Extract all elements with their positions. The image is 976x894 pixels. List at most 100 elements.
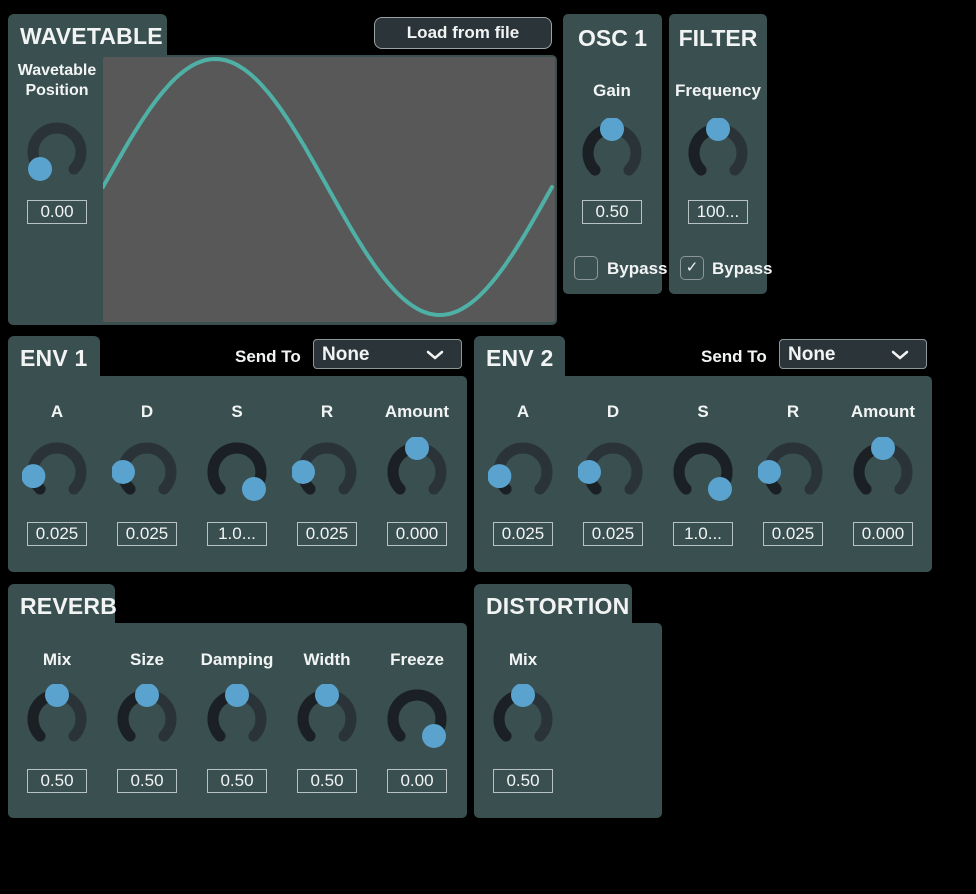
reverb-freeze-label: Freeze (390, 650, 444, 669)
env1-a-label: A (50, 402, 64, 421)
env2-d-value[interactable]: 0.025 (583, 522, 643, 546)
env1-d-knob[interactable] (111, 437, 182, 507)
env1-send-to-dropdown[interactable]: None (313, 339, 462, 369)
env2-send-to-label: Send To (701, 347, 767, 366)
env1-amount-knob[interactable] (382, 436, 452, 507)
reverb-mix-label: Mix (42, 650, 72, 669)
frequency-label: Frequency (675, 81, 761, 100)
reverb-tab: REVERB (8, 584, 117, 626)
waveform-svg (101, 56, 554, 318)
knob-thumb (405, 436, 429, 460)
gain-value[interactable]: 0.50 (582, 200, 642, 224)
knob-thumb (135, 683, 159, 707)
reverb-width-value[interactable]: 0.50 (297, 769, 357, 793)
load-from-file-button[interactable]: Load from file (374, 17, 552, 49)
chevron-down-icon (425, 340, 445, 380)
knob-thumb (706, 117, 730, 141)
knob-thumb (315, 683, 339, 707)
gain-label: Gain (593, 81, 631, 100)
reverb-width-label: Width (303, 650, 351, 669)
env1-amount-label: Amount (384, 402, 450, 421)
env2-amount-label: Amount (850, 402, 916, 421)
env1-send-to-value: None (322, 344, 370, 365)
chevron-down-icon (890, 340, 910, 380)
gain-knob[interactable] (577, 117, 647, 188)
distortion-tab: DISTORTION (474, 584, 632, 626)
env2-r-value[interactable]: 0.025 (763, 522, 823, 546)
frequency-value[interactable]: 100... (688, 200, 748, 224)
wavetable-position-value[interactable]: 0.00 (27, 200, 87, 224)
env1-amount-value[interactable]: 0.000 (387, 522, 447, 546)
env1-r-value[interactable]: 0.025 (297, 522, 357, 546)
osc1-bypass-label: Bypass (607, 259, 668, 278)
env1-r-label: R (320, 402, 334, 421)
wavetable-title: WAVETABLE (20, 23, 163, 49)
env2-amount-knob[interactable] (848, 436, 918, 507)
env1-s-value[interactable]: 1.0... (207, 522, 267, 546)
env2-a-value[interactable]: 0.025 (493, 522, 553, 546)
reverb-mix-knob[interactable] (22, 683, 92, 754)
frequency-knob[interactable] (683, 117, 753, 188)
knob-thumb (111, 459, 136, 484)
knob-thumb (21, 464, 46, 489)
env2-send-to-value: None (788, 344, 836, 365)
filter-title: FILTER (678, 25, 758, 51)
env1-s-label: S (231, 402, 243, 421)
distortion-mix-value[interactable]: 0.50 (493, 769, 553, 793)
env2-r-label: R (786, 402, 800, 421)
knob-thumb (291, 459, 316, 484)
knob-thumb (241, 476, 266, 501)
reverb-damping-value[interactable]: 0.50 (207, 769, 267, 793)
distortion-mix-knob[interactable] (488, 683, 558, 754)
filter-bypass-checkbox[interactable]: ✓ (680, 256, 704, 280)
reverb-size-label: Size (129, 650, 165, 669)
env2-d-label: D (606, 402, 620, 421)
env2-r-knob[interactable] (757, 437, 828, 507)
knob-thumb (225, 683, 249, 707)
env2-send-to-dropdown[interactable]: None (779, 339, 927, 369)
env1-title: ENV 1 (20, 345, 88, 371)
filter-bypass-label: Bypass (712, 259, 773, 278)
env2-amount-value[interactable]: 0.000 (853, 522, 913, 546)
env2-a-label: A (516, 402, 530, 421)
env1-send-to-label: Send To (235, 347, 301, 366)
reverb-size-knob[interactable] (112, 683, 182, 754)
knob-thumb (45, 683, 69, 707)
reverb-freeze-knob[interactable] (382, 684, 452, 754)
env1-d-label: D (140, 402, 154, 421)
knob-thumb (707, 476, 732, 501)
env2-title: ENV 2 (486, 345, 554, 371)
wavetable-position-label: Wavetable Position (17, 62, 97, 99)
env2-a-knob[interactable] (487, 437, 558, 507)
env1-d-value[interactable]: 0.025 (117, 522, 177, 546)
osc1-title: OSC 1 (577, 25, 648, 51)
env2-s-value[interactable]: 1.0... (673, 522, 733, 546)
env1-s-knob[interactable] (202, 437, 272, 507)
wavetable-position-knob[interactable] (22, 117, 92, 187)
knob-thumb (511, 683, 535, 707)
env1-tab: ENV 1 (8, 336, 100, 379)
reverb-width-knob[interactable] (292, 683, 362, 754)
knob-thumb (28, 156, 53, 181)
reverb-damping-label: Damping (200, 650, 274, 669)
knob-thumb (421, 723, 446, 748)
reverb-size-value[interactable]: 0.50 (117, 769, 177, 793)
env2-s-label: S (697, 402, 709, 421)
waveform-curve (101, 56, 554, 318)
knob-thumb (600, 117, 624, 141)
distortion-title: DISTORTION (486, 593, 630, 619)
env1-a-value[interactable]: 0.025 (27, 522, 87, 546)
env1-r-knob[interactable] (291, 437, 362, 507)
waveform-display (101, 56, 555, 322)
reverb-mix-value[interactable]: 0.50 (27, 769, 87, 793)
env2-s-knob[interactable] (668, 437, 738, 507)
env1-a-knob[interactable] (21, 437, 92, 507)
knob-thumb (487, 464, 512, 489)
osc1-bypass-checkbox[interactable] (574, 256, 598, 280)
reverb-damping-knob[interactable] (202, 683, 272, 754)
reverb-freeze-value[interactable]: 0.00 (387, 769, 447, 793)
knob-thumb (871, 436, 895, 460)
knob-thumb (577, 459, 601, 484)
distortion-mix-label: Mix (508, 650, 538, 669)
env2-d-knob[interactable] (577, 437, 648, 507)
